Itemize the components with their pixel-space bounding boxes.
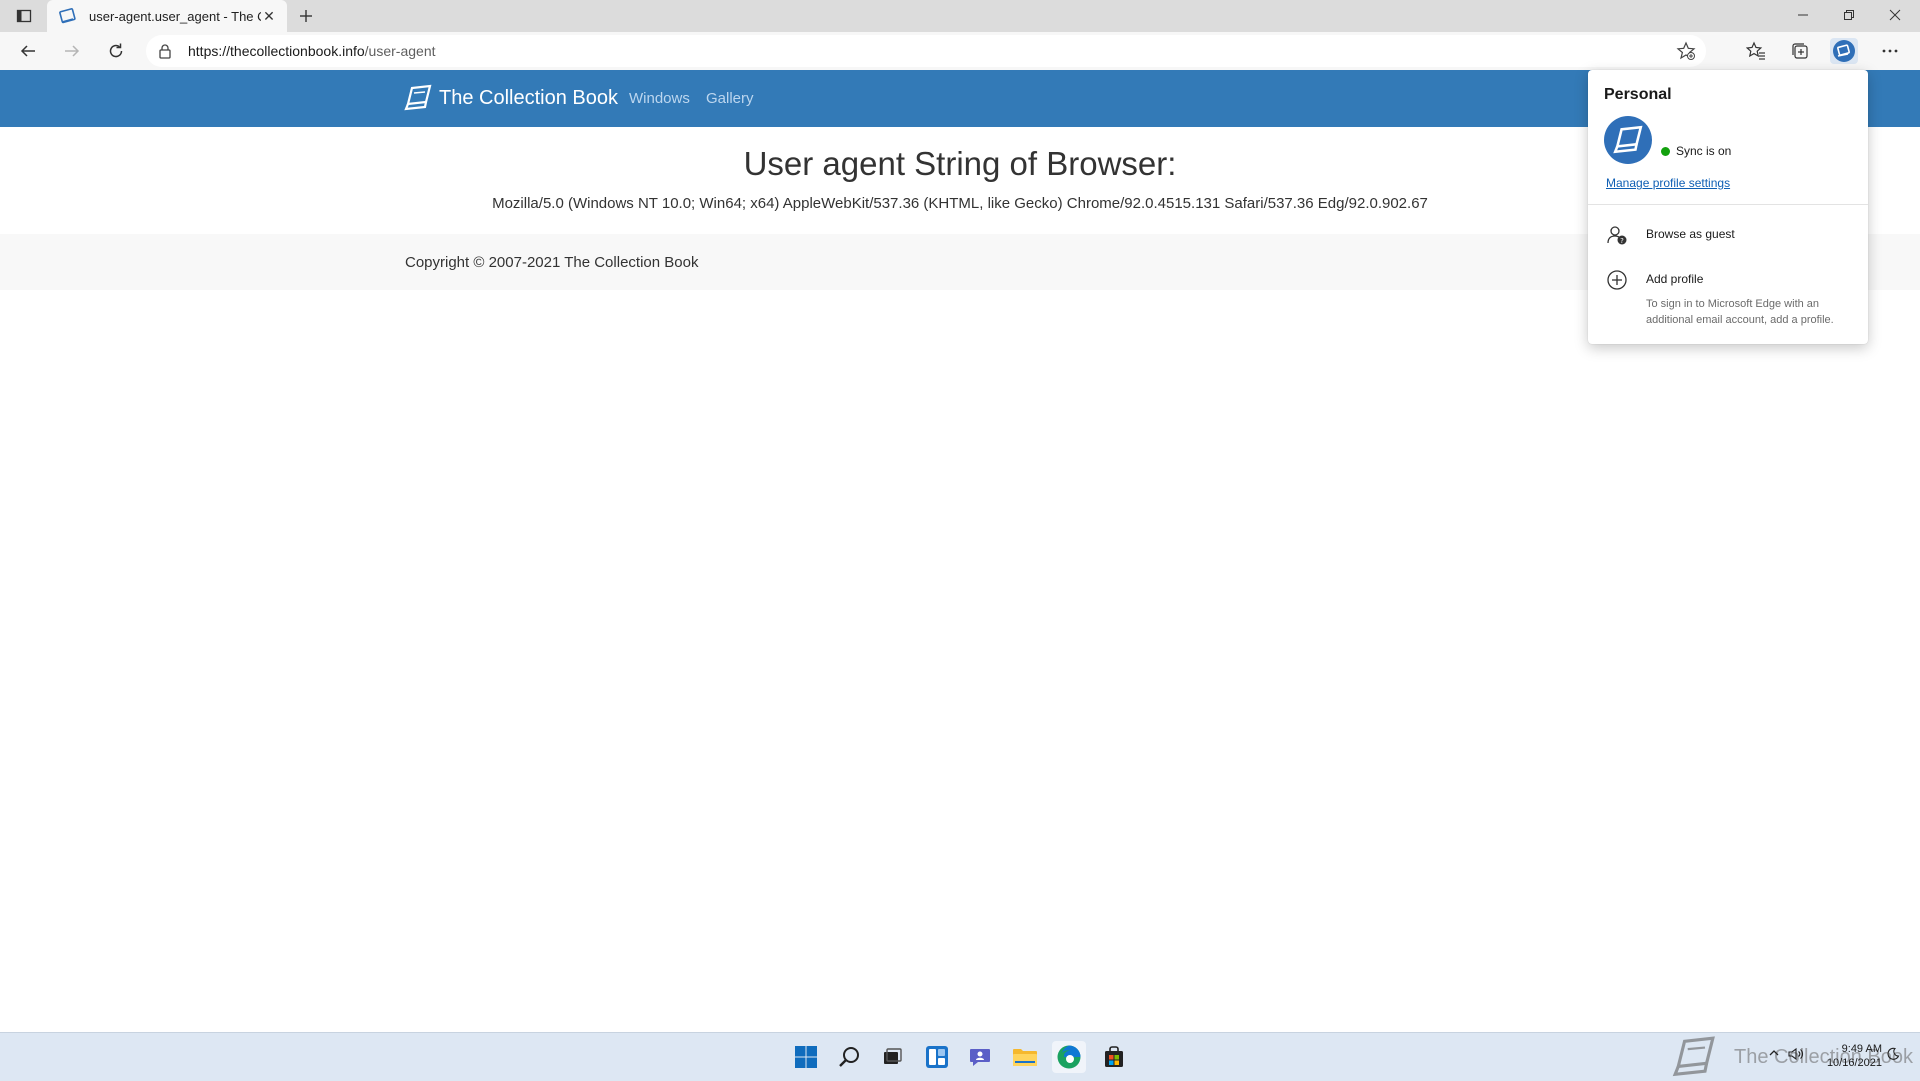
- sync-check-icon: [1661, 146, 1670, 156]
- nav-link-gallery[interactable]: Gallery: [706, 90, 754, 107]
- teams-chat-button[interactable]: [963, 1041, 997, 1073]
- add-circle-icon: [1607, 270, 1627, 290]
- tab-actions-menu-button[interactable]: [8, 4, 40, 28]
- tab-title: user-agent.user_agent - The Collection B…: [89, 8, 261, 24]
- site-brand-link[interactable]: The Collection Book: [403, 84, 618, 112]
- restore-icon: [1844, 10, 1854, 20]
- windows-logo-icon: [795, 1046, 817, 1068]
- show-hidden-icons-button[interactable]: [1768, 1047, 1780, 1062]
- book-watermark-icon: [1672, 1036, 1715, 1077]
- close-tab-icon[interactable]: ✕: [261, 8, 277, 24]
- book-avatar-icon: [1613, 125, 1643, 154]
- site-brand-name: The Collection Book: [439, 86, 618, 109]
- minimize-icon: [1798, 14, 1808, 16]
- sync-status-text: Sync is on: [1676, 144, 1732, 158]
- url-path: /user-agent: [364, 43, 436, 59]
- forward-button[interactable]: [58, 38, 86, 64]
- speaker-icon: [1788, 1047, 1803, 1061]
- book-logo-icon: [404, 84, 432, 111]
- taskbar-search-button[interactable]: [833, 1041, 867, 1073]
- add-profile-label: Add profile: [1646, 272, 1704, 286]
- add-favorite-star-icon[interactable]: [1676, 41, 1696, 61]
- start-button[interactable]: [789, 1041, 823, 1073]
- lock-icon[interactable]: [158, 43, 172, 59]
- folder-icon: [1013, 1049, 1037, 1066]
- minimize-button[interactable]: [1780, 0, 1826, 30]
- restore-button[interactable]: [1826, 0, 1872, 30]
- address-bar[interactable]: https://thecollectionbook.info/user-agen…: [146, 35, 1706, 67]
- profile-flyout: Personal Sync is on Manage profile setti…: [1588, 70, 1868, 344]
- url-text[interactable]: https://thecollectionbook.info/user-agen…: [188, 43, 436, 59]
- volume-button[interactable]: [1788, 1047, 1804, 1064]
- windows-taskbar: The Collection Book 9:49 AM 10/16/2021: [0, 1032, 1920, 1081]
- taskbar-clock[interactable]: 9:49 AM 10/16/2021: [1818, 1042, 1882, 1070]
- tab-actions-icon: [16, 9, 32, 23]
- search-icon: [839, 1047, 859, 1067]
- sync-status: Sync is on: [1661, 144, 1731, 158]
- browse-as-guest-label: Browse as guest: [1646, 227, 1735, 241]
- profile-avatar: [1604, 116, 1652, 164]
- clock-time: 9:49 AM: [1841, 1043, 1882, 1055]
- more-dots-icon: [1882, 49, 1898, 53]
- moon-focus-icon: [1887, 1047, 1900, 1060]
- new-tab-button[interactable]: [294, 4, 318, 28]
- add-profile-hint: To sign in to Microsoft Edge with an add…: [1646, 298, 1834, 326]
- copyright-text: Copyright © 2007-2021 The Collection Boo…: [405, 254, 699, 271]
- url-host: https://thecollectionbook.info: [188, 43, 365, 59]
- profile-heading: Personal: [1604, 86, 1672, 103]
- widgets-button[interactable]: [920, 1041, 954, 1073]
- browser-toolbar: https://thecollectionbook.info/user-agen…: [0, 32, 1920, 71]
- collections-icon: [1792, 43, 1808, 59]
- edge-browser-icon: [1057, 1045, 1081, 1069]
- profile-button[interactable]: [1830, 38, 1858, 64]
- settings-more-button[interactable]: [1876, 38, 1904, 64]
- close-icon: [1889, 9, 1901, 21]
- guest-person-icon: ?: [1607, 226, 1627, 245]
- edge-taskbar-button[interactable]: [1052, 1041, 1086, 1073]
- manage-profile-settings-link[interactable]: Manage profile settings: [1606, 176, 1730, 190]
- refresh-button[interactable]: [102, 38, 130, 64]
- back-button[interactable]: [14, 38, 42, 64]
- back-arrow-icon: [20, 45, 35, 57]
- widgets-icon: [926, 1046, 948, 1068]
- book-favicon-icon: [59, 7, 77, 25]
- browse-as-guest-item[interactable]: ? Browse as guest: [1588, 218, 1868, 252]
- profile-avatar-icon: [1833, 40, 1855, 62]
- collections-button[interactable]: [1786, 38, 1814, 64]
- chat-icon: [970, 1049, 990, 1066]
- add-profile-item[interactable]: Add profile: [1588, 263, 1868, 297]
- favorites-button[interactable]: [1742, 38, 1770, 64]
- notifications-button[interactable]: [1886, 1047, 1900, 1064]
- refresh-icon: [109, 43, 123, 58]
- svg-text:?: ?: [1620, 237, 1624, 245]
- task-view-button[interactable]: [875, 1041, 909, 1073]
- flyout-divider: [1588, 204, 1868, 205]
- clock-date: 10/16/2021: [1826, 1057, 1882, 1069]
- chevron-up-icon: [1769, 1050, 1779, 1056]
- task-view-icon: [884, 1048, 902, 1064]
- forward-arrow-icon: [65, 45, 80, 57]
- plus-icon: [300, 10, 312, 22]
- tab-strip: user-agent.user_agent - The Collection B…: [0, 0, 1920, 32]
- active-tab[interactable]: user-agent.user_agent - The Collection B…: [47, 0, 287, 32]
- file-explorer-button[interactable]: [1008, 1041, 1042, 1073]
- store-bag-icon: [1105, 1046, 1123, 1067]
- favorites-list-icon: [1746, 41, 1765, 60]
- store-button[interactable]: [1097, 1041, 1131, 1073]
- close-window-button[interactable]: [1872, 0, 1918, 30]
- nav-link-windows[interactable]: Windows: [629, 90, 690, 107]
